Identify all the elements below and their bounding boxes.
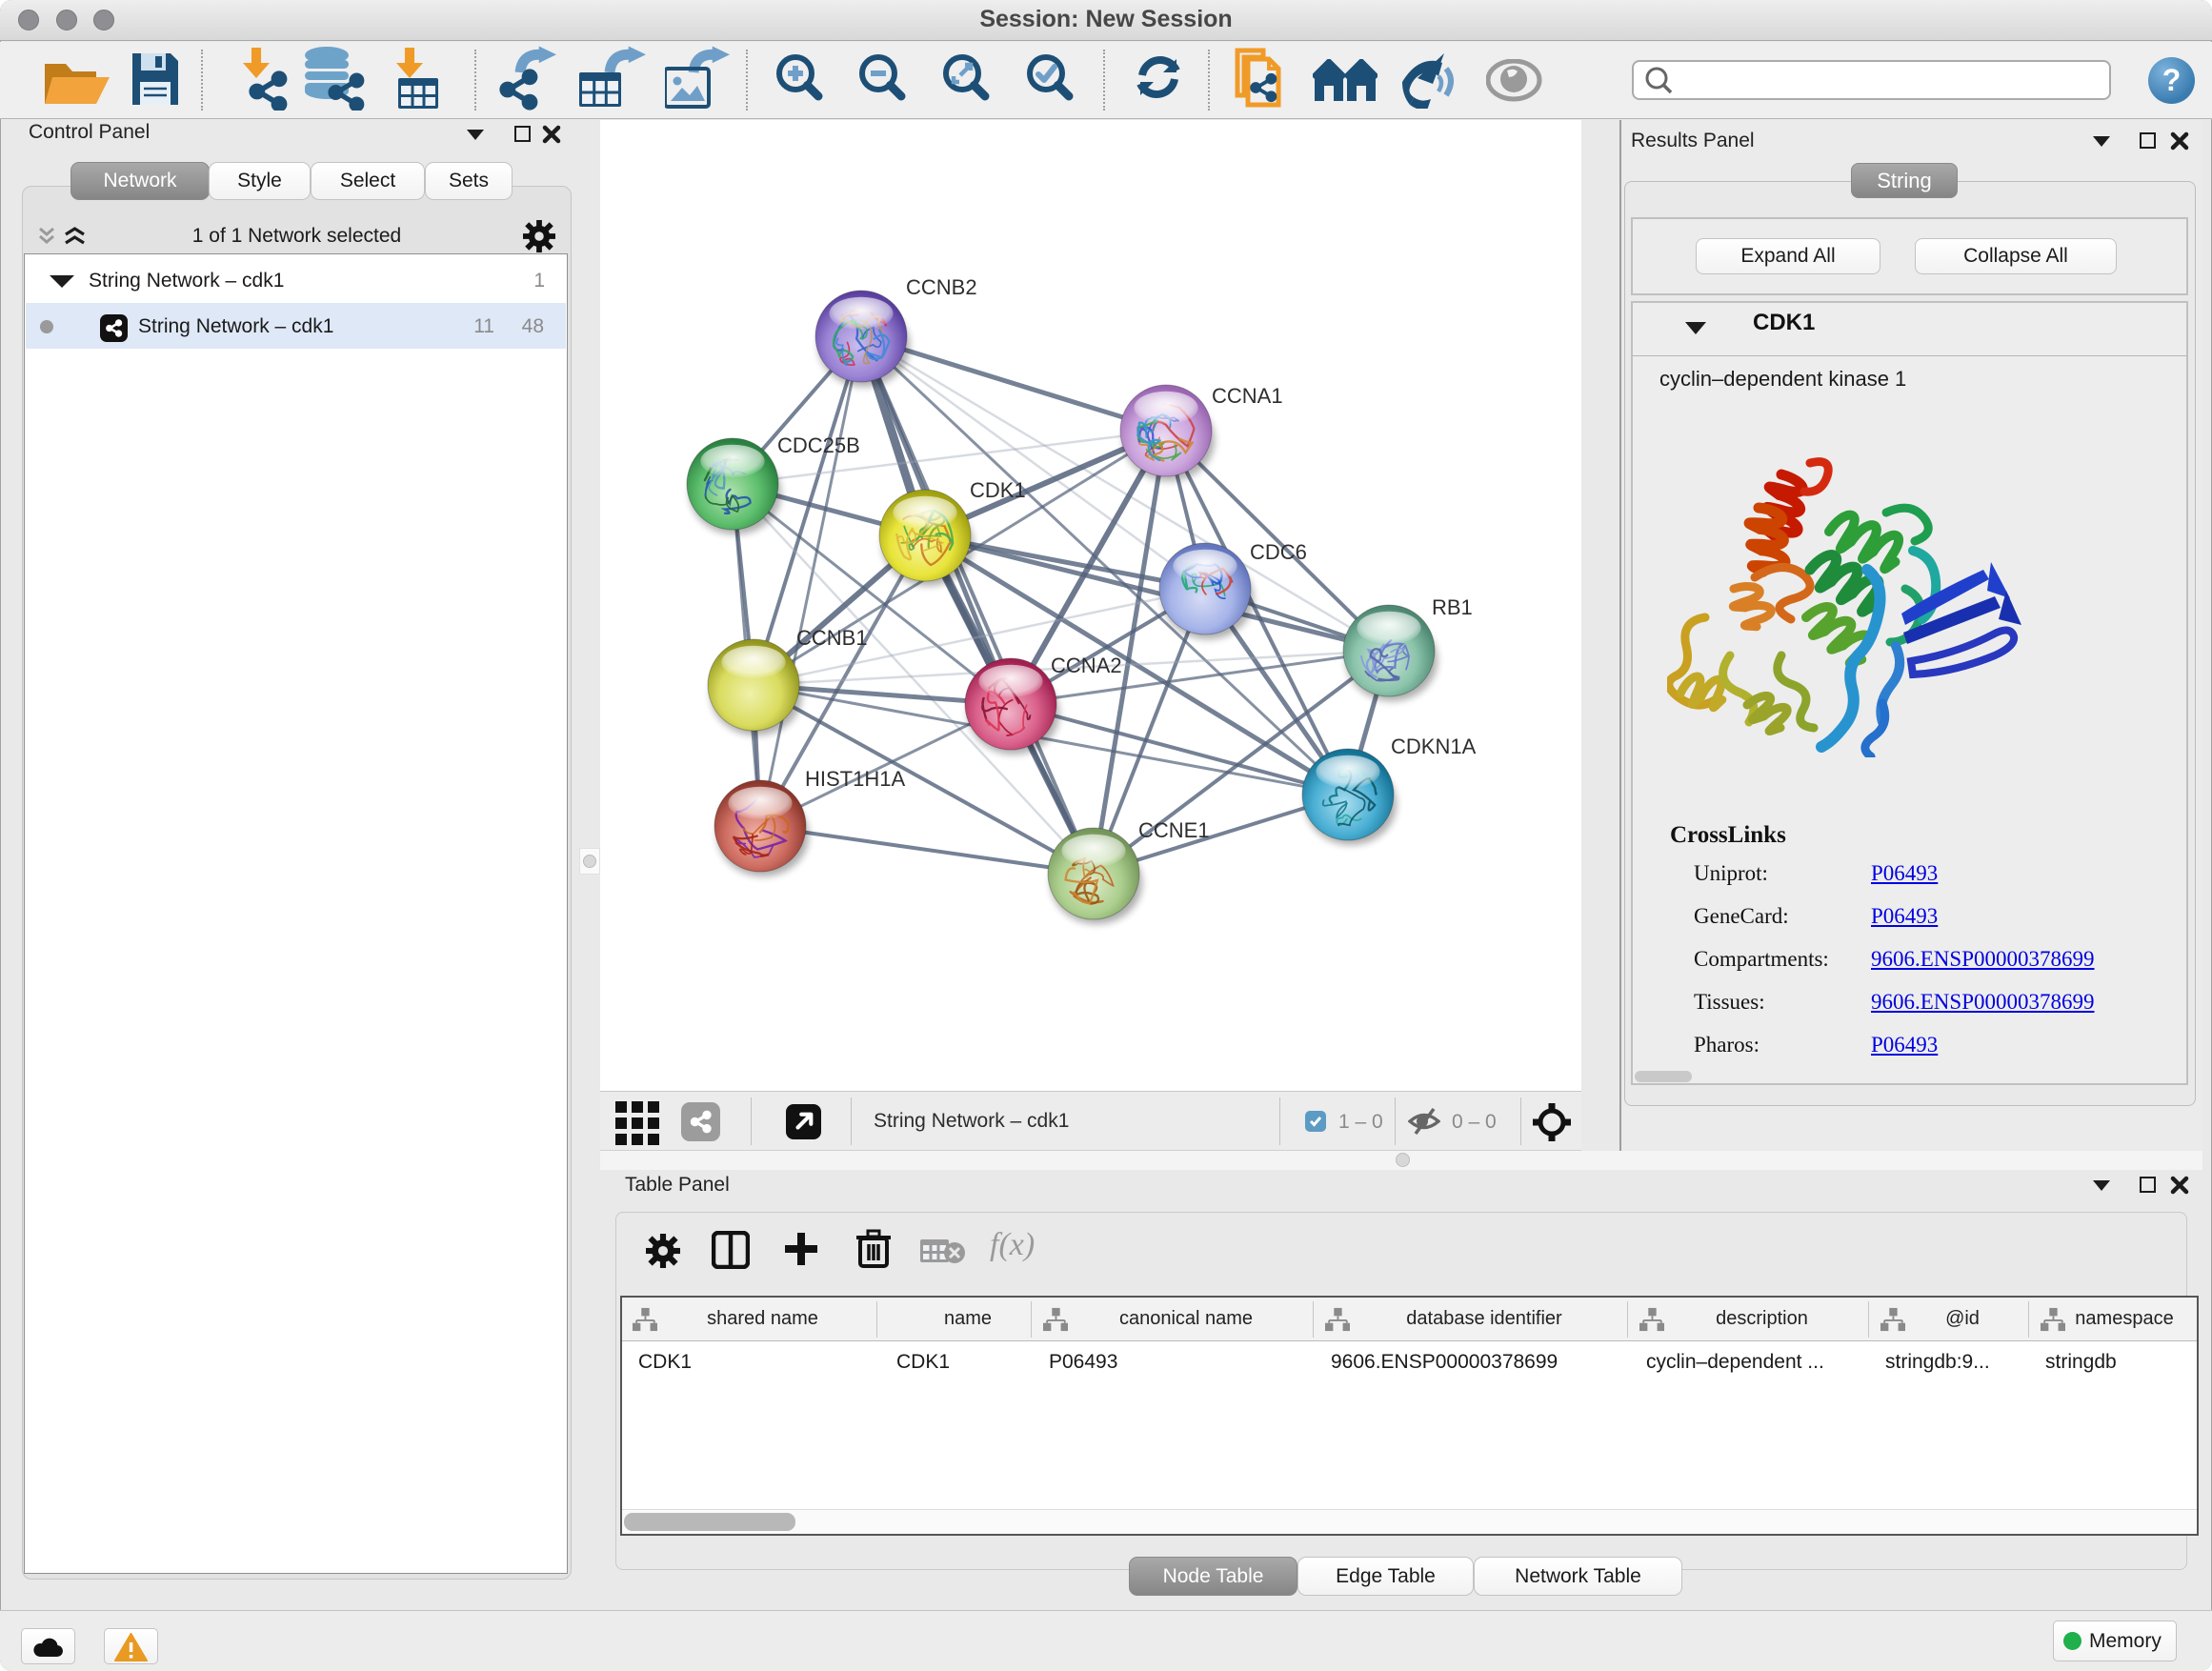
svg-text:CCNB1: CCNB1 bbox=[796, 626, 868, 650]
svg-text:CCNA2: CCNA2 bbox=[1051, 654, 1122, 677]
svg-text:CCNA1: CCNA1 bbox=[1212, 384, 1283, 408]
svg-text:CCNB2: CCNB2 bbox=[906, 275, 977, 299]
svg-text:CDC6: CDC6 bbox=[1250, 540, 1307, 564]
svg-text:CDK1: CDK1 bbox=[970, 478, 1026, 502]
svg-text:RB1: RB1 bbox=[1432, 595, 1473, 619]
svg-text:CDC25B: CDC25B bbox=[777, 433, 860, 457]
svg-text:CDKN1A: CDKN1A bbox=[1391, 735, 1477, 758]
svg-text:HIST1H1A: HIST1H1A bbox=[805, 767, 905, 791]
svg-text:CCNE1: CCNE1 bbox=[1138, 818, 1210, 842]
